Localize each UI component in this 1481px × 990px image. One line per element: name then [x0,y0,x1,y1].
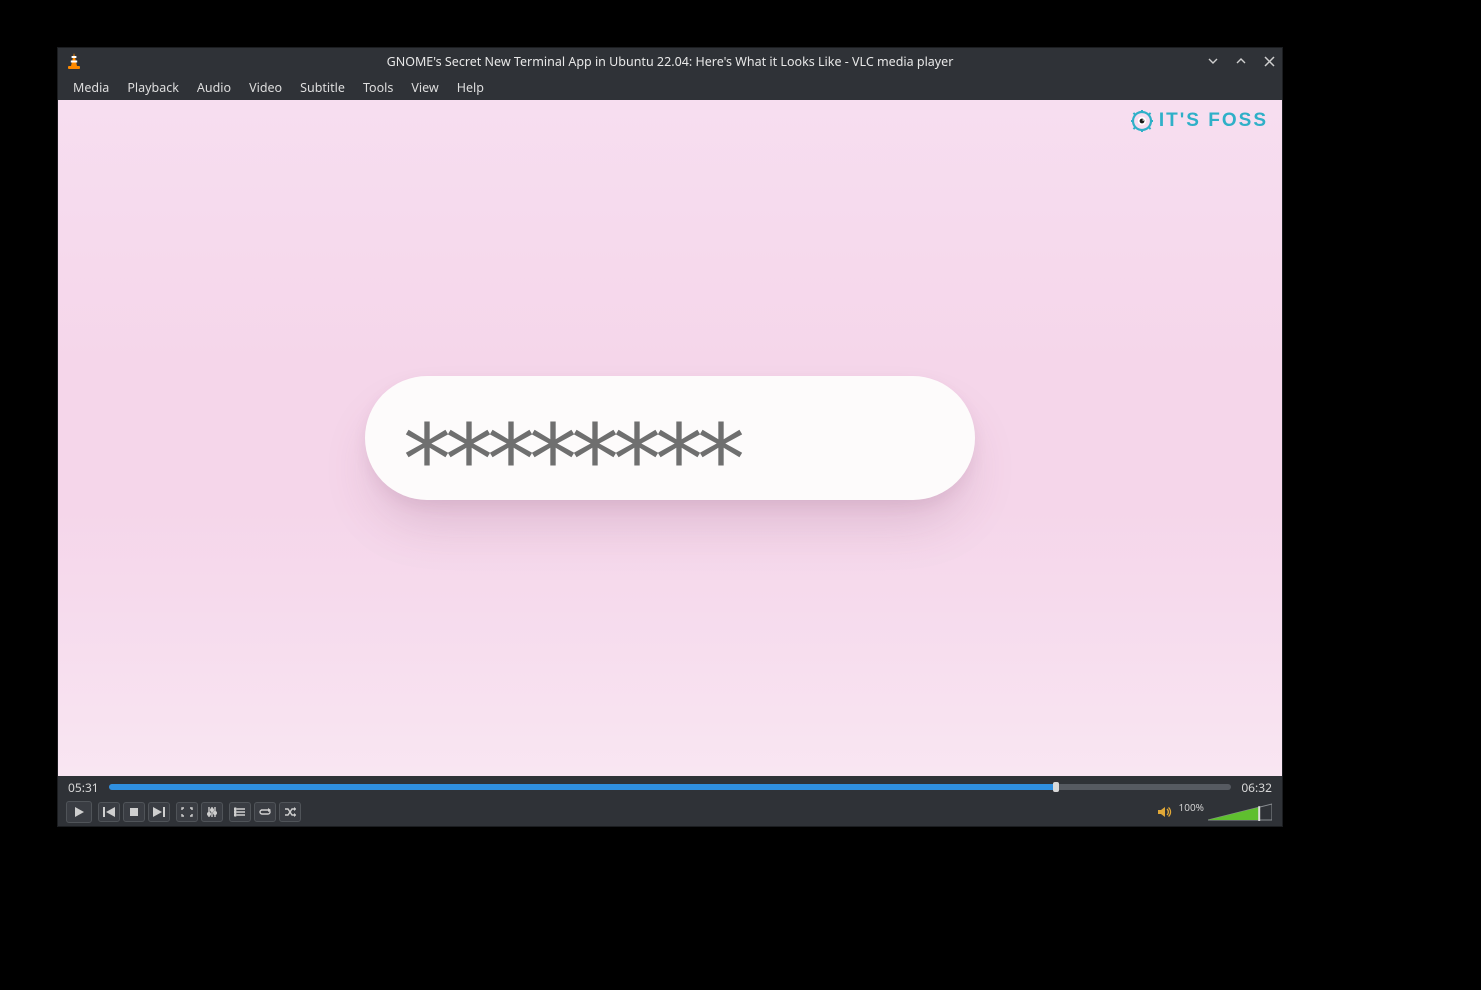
progress-row: 05:31 06:32 [58,776,1282,798]
maximize-button[interactable] [1232,52,1250,70]
total-time[interactable]: 06:32 [1241,779,1272,796]
menu-media[interactable]: Media [64,75,118,100]
loop-button[interactable] [254,802,276,822]
controls-row: 100% [58,798,1282,826]
watermark-text: IT'S FOSS [1159,110,1268,132]
menu-subtitle[interactable]: Subtitle [291,75,354,100]
seek-bar[interactable] [109,784,1232,790]
extended-settings-button[interactable] [201,802,223,822]
menu-tools[interactable]: Tools [354,75,402,100]
previous-button[interactable] [98,802,120,822]
elapsed-time[interactable]: 05:31 [68,779,99,796]
seek-fill [109,784,1056,790]
speaker-icon[interactable] [1157,804,1173,820]
menu-bar: Media Playback Audio Video Subtitle Tool… [58,74,1282,100]
watermark: IT'S FOSS [1131,110,1268,132]
menu-audio[interactable]: Audio [188,75,240,100]
stop-button[interactable] [123,802,145,822]
menu-playback[interactable]: Playback [118,75,188,100]
minimize-button[interactable] [1204,52,1222,70]
next-button[interactable] [148,802,170,822]
menu-help[interactable]: Help [448,75,493,100]
password-pill: ******** [365,376,975,500]
desktop-background: GNOME's Secret New Terminal App in Ubunt… [0,0,1481,990]
window-title: GNOME's Secret New Terminal App in Ubunt… [58,53,1282,70]
video-area[interactable]: IT'S FOSS ******** [58,100,1282,776]
play-button[interactable] [66,801,92,823]
vlc-window: GNOME's Secret New Terminal App in Ubunt… [58,48,1282,826]
menu-view[interactable]: View [402,75,447,100]
vlc-cone-icon [63,50,85,72]
playlist-button[interactable] [229,802,251,822]
window-titlebar[interactable]: GNOME's Secret New Terminal App in Ubunt… [58,48,1282,74]
seek-handle[interactable] [1053,782,1059,792]
close-button[interactable] [1260,52,1278,70]
volume-slider[interactable] [1208,803,1272,821]
gear-icon [1131,110,1153,132]
menu-video[interactable]: Video [240,75,291,100]
password-masked-text: ******** [403,412,739,508]
fullscreen-button[interactable] [176,802,198,822]
shuffle-button[interactable] [279,802,301,822]
volume-percent-label: 100% [1179,800,1204,814]
